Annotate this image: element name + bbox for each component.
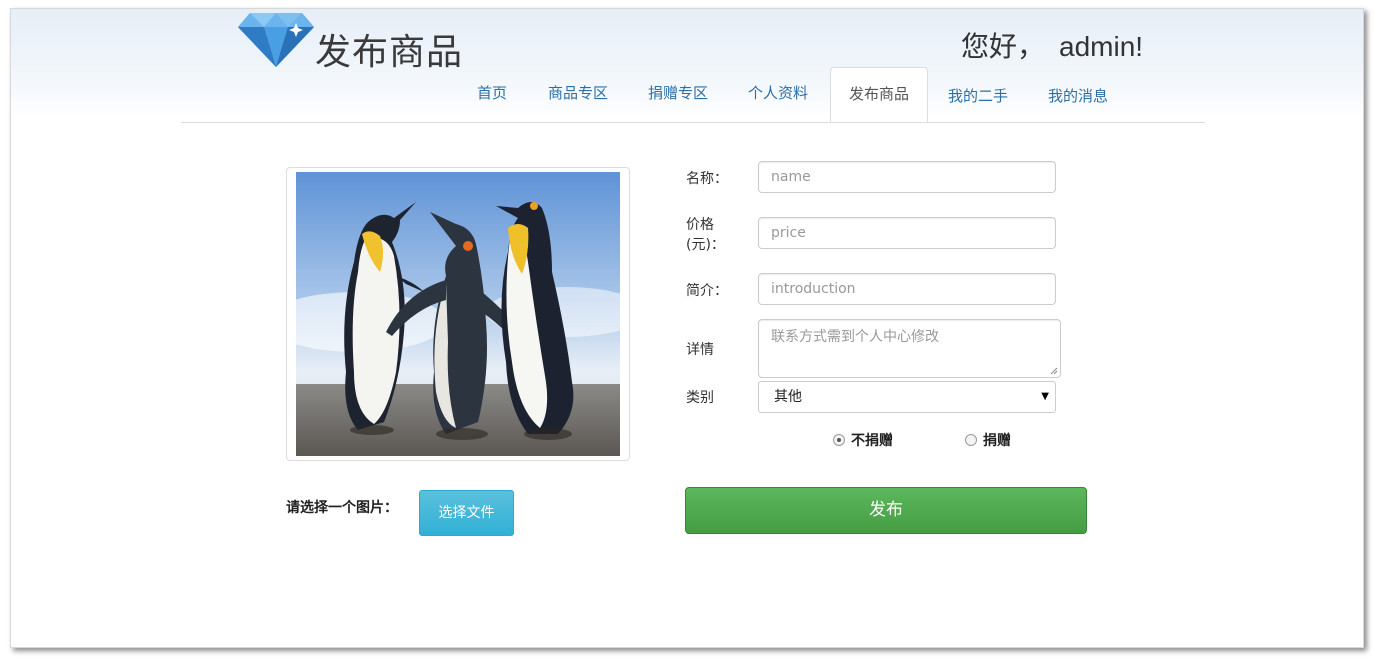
name-input[interactable]: name	[758, 161, 1056, 193]
tab-messages[interactable]: 我的消息	[1041, 70, 1115, 122]
detail-placeholder: 联系方式需到个人中心修改	[771, 329, 939, 345]
radio-dot-checked-icon	[833, 434, 845, 446]
price-label-line2: (元)：	[686, 237, 725, 253]
user-greeting: 您好， admin!	[961, 25, 1143, 65]
nav-divider	[181, 122, 1205, 123]
image-preview-frame	[286, 167, 630, 461]
intro-label: 简介：	[686, 283, 728, 299]
radio-donate-label: 捐赠	[983, 433, 1011, 449]
category-select[interactable]: 其他 ▼	[758, 381, 1056, 413]
tab-home[interactable]: 首页	[461, 67, 523, 119]
detail-textarea[interactable]: 联系方式需到个人中心修改	[758, 319, 1061, 378]
greeting-text: 您好，	[961, 30, 1046, 63]
tab-publish[interactable]: 发布商品	[830, 67, 928, 123]
publish-button[interactable]: 发布	[685, 487, 1087, 534]
category-label: 类别	[686, 390, 714, 406]
price-label-line1: 价格	[686, 217, 714, 233]
name-label: 名称：	[686, 171, 728, 187]
price-label: 价格 (元)：	[686, 215, 725, 255]
main-nav: 首页 商品专区 捐赠专区 个人资料 发布商品 我的二手 我的消息	[11, 67, 1363, 123]
diamond-logo-icon	[238, 13, 314, 67]
penguins-photo	[296, 172, 620, 456]
page-frame: 发布商品 您好， admin! 首页 商品专区 捐赠专区 个人资料 发布商品 我的…	[10, 8, 1364, 648]
resize-grip-icon[interactable]	[1050, 367, 1058, 375]
intro-input[interactable]: introduction	[758, 273, 1056, 305]
price-input[interactable]: price	[758, 217, 1056, 249]
tab-goods[interactable]: 商品专区	[541, 67, 615, 119]
category-value: 其他	[774, 389, 802, 405]
choose-file-button[interactable]: 选择文件	[419, 490, 514, 536]
tab-profile[interactable]: 个人资料	[741, 67, 815, 119]
radio-donate[interactable]: 捐赠	[965, 430, 1011, 450]
dropdown-arrow-icon: ▼	[1041, 391, 1049, 402]
detail-label: 详情	[686, 342, 714, 358]
username: admin!	[1059, 31, 1144, 62]
tab-my-secondhand[interactable]: 我的二手	[941, 70, 1015, 122]
image-picker-label: 请选择一个图片：	[286, 500, 398, 516]
radio-no-donate[interactable]: 不捐赠	[833, 430, 893, 450]
tab-donation[interactable]: 捐赠专区	[641, 67, 715, 119]
radio-dot-icon	[965, 434, 977, 446]
radio-no-donate-label: 不捐赠	[851, 433, 893, 449]
